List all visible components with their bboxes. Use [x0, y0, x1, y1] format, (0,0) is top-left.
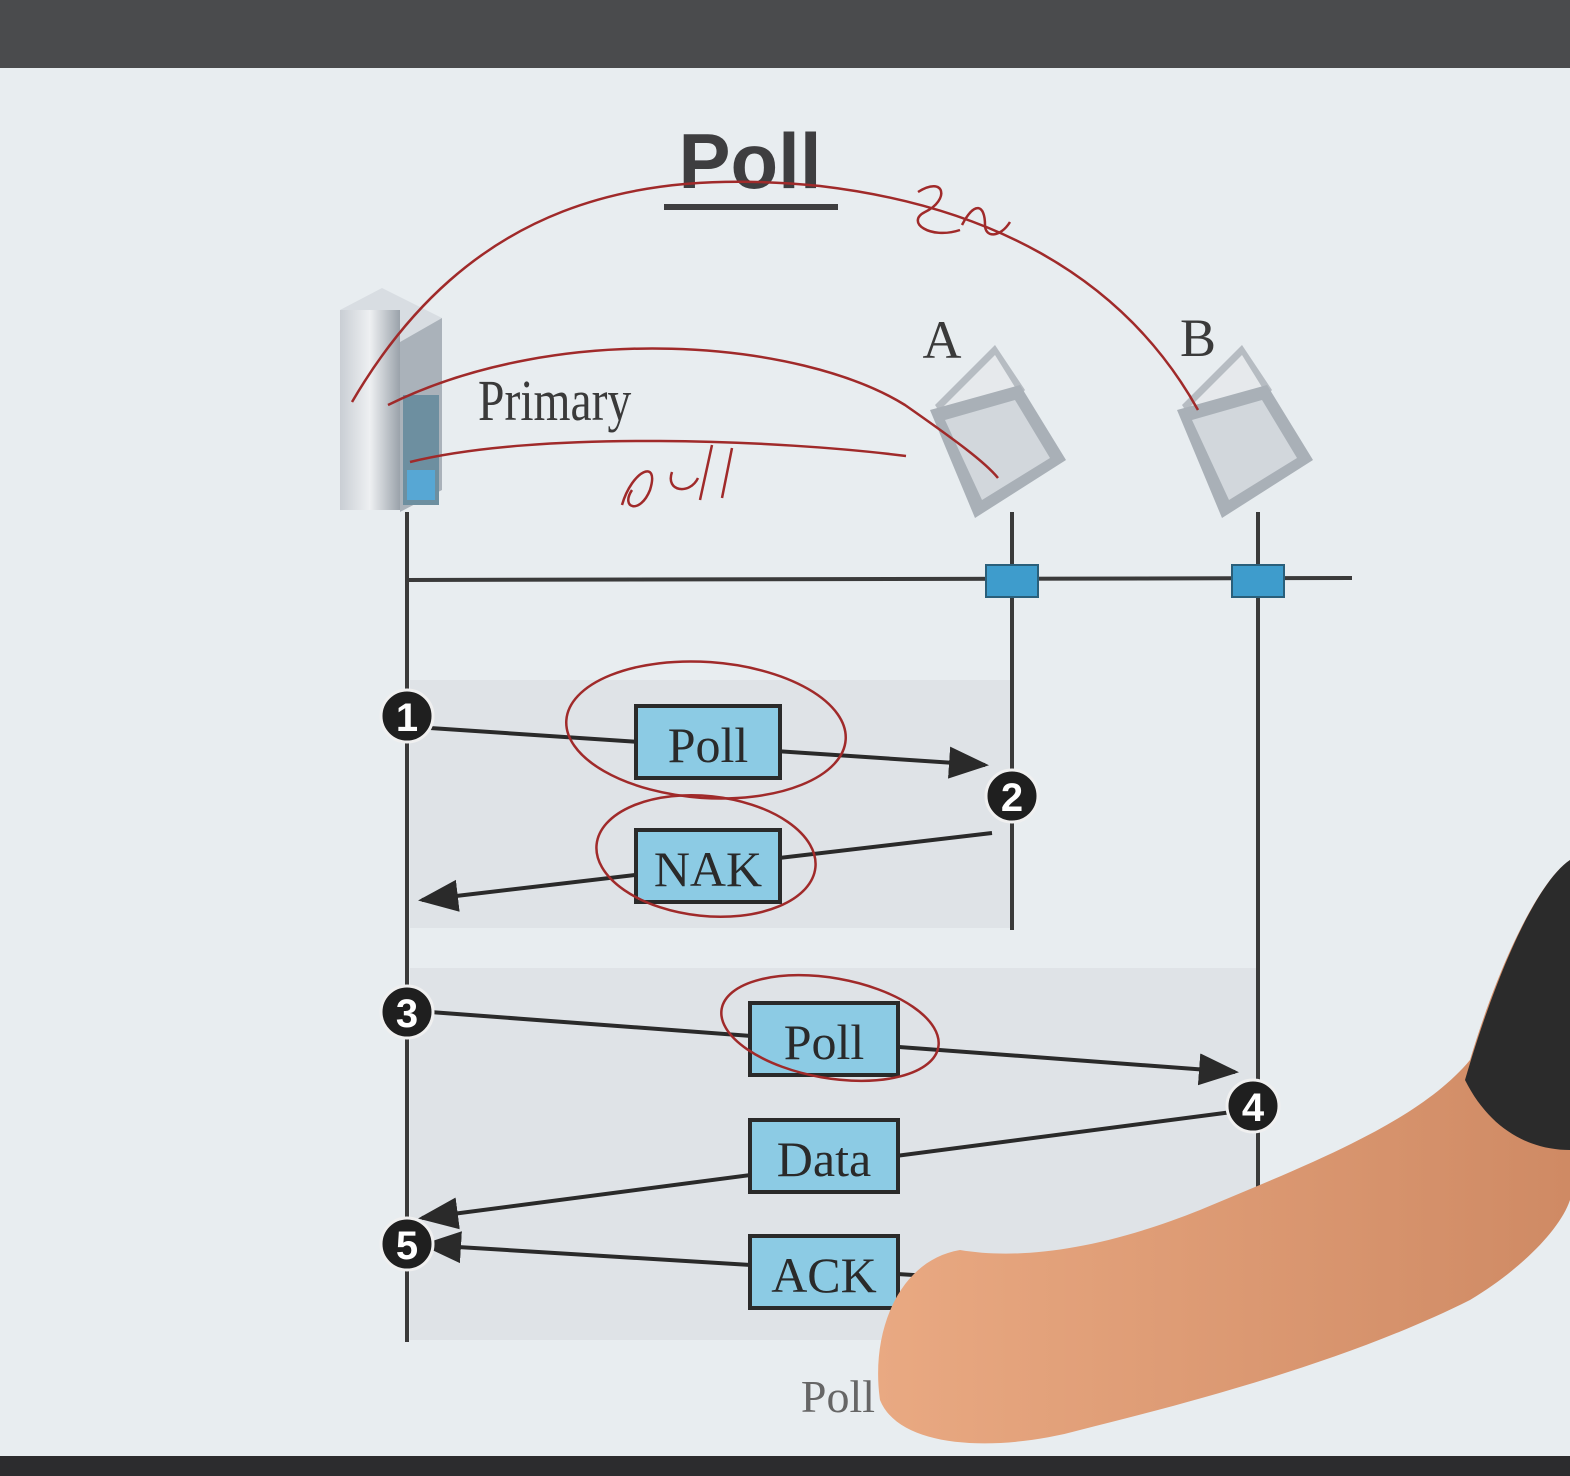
server-icon [340, 288, 442, 512]
frame-label: Poll [784, 1014, 865, 1070]
step-badge-5: 5 [379, 1216, 435, 1272]
figure-caption: Poll [801, 1371, 875, 1422]
top-bar [0, 0, 1570, 68]
bus-connector-a [985, 564, 1039, 598]
slide-title: Poll [678, 117, 821, 205]
step-number: 4 [1242, 1086, 1265, 1130]
step-number: 1 [396, 696, 418, 740]
frame-box-nak: NAK [634, 828, 782, 904]
frame-box-data: Data [748, 1118, 900, 1194]
step-badge-2: 2 [984, 768, 1040, 824]
frame-label: ACK [771, 1247, 877, 1303]
frame-box-ack: ACK [748, 1234, 900, 1310]
frame-label: NAK [654, 841, 762, 897]
step-number: 2 [1001, 776, 1023, 820]
step-badge-4: 4 [1225, 1078, 1281, 1134]
step-badge-1: 1 [379, 688, 435, 744]
station-a-label: A [923, 310, 962, 370]
step-number: 5 [396, 1224, 418, 1268]
bus-connector-b [1231, 564, 1285, 598]
step-number: 3 [396, 992, 418, 1036]
video-frame: Poll Primary A B Poll NAK Poll Data ACK … [0, 0, 1570, 1476]
frame-label: Poll [668, 717, 749, 773]
step-badge-3: 3 [379, 984, 435, 1040]
poll-diagram-slide: Poll Primary A B Poll NAK Poll Data ACK … [0, 0, 1570, 1476]
frame-box-poll-1: Poll [634, 704, 782, 780]
frame-label: Data [777, 1131, 871, 1187]
station-b-label: B [1180, 308, 1216, 368]
primary-label: Primary [478, 370, 632, 433]
bottom-bar [0, 1456, 1570, 1476]
